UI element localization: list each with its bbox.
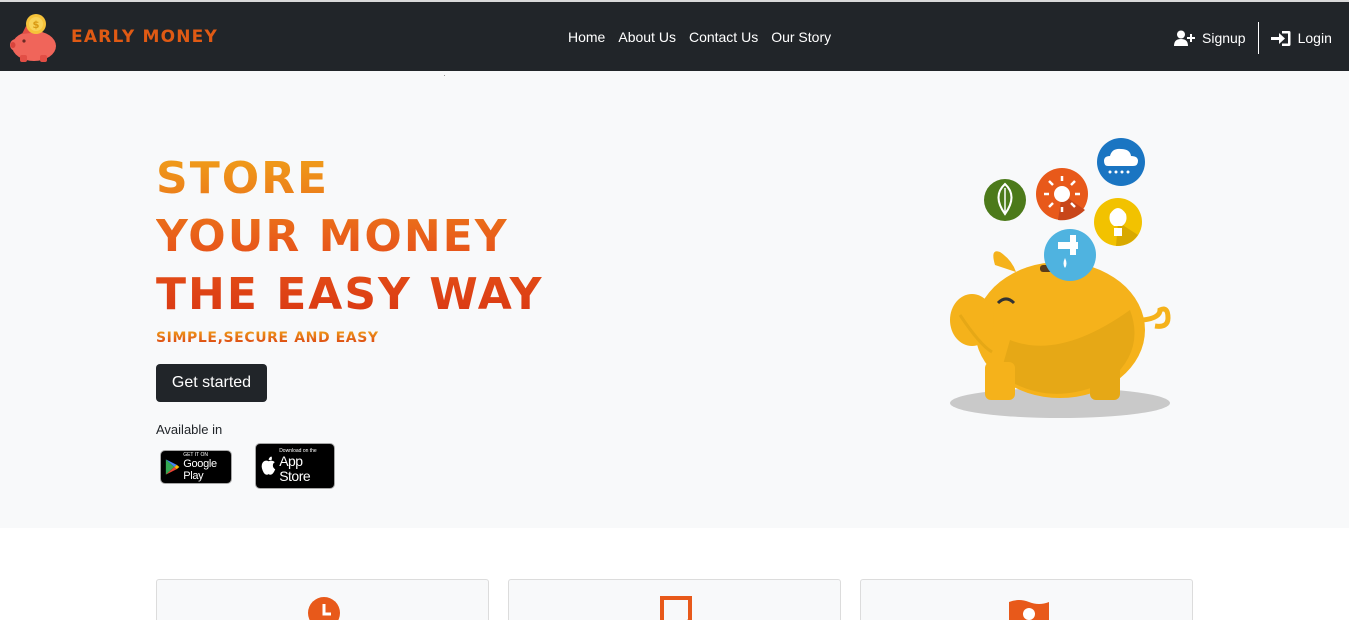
- available-in-label: Available in: [156, 422, 223, 437]
- piggy-bank-illustration: [950, 138, 1171, 418]
- document-icon: [660, 596, 692, 620]
- leaf-bubble-icon: [984, 179, 1026, 221]
- auth-links: Signup Login: [1174, 22, 1332, 54]
- apple-icon: [261, 456, 276, 475]
- piggy-bank-logo-icon[interactable]: $: [8, 12, 62, 64]
- google-play-badge[interactable]: GET IT ON Google Play: [160, 450, 232, 484]
- feature-card-1: [156, 579, 489, 620]
- svg-text:$: $: [33, 20, 40, 31]
- money-icon: [1009, 600, 1049, 620]
- headline-line-3: the easy way: [156, 269, 544, 320]
- feature-card-2: [508, 579, 841, 620]
- hero-headline: Store your money the easy way: [156, 150, 543, 324]
- signup-link[interactable]: Signup: [1174, 30, 1246, 47]
- clock-icon: [308, 597, 340, 620]
- google-play-big-text: Google Play: [183, 458, 217, 482]
- login-link[interactable]: Login: [1270, 30, 1332, 47]
- signup-label: Signup: [1202, 30, 1246, 46]
- hero-tagline: Simple,Secure and Easy: [156, 330, 379, 346]
- app-store-badge[interactable]: Download on the App Store: [255, 443, 335, 489]
- stray-pixel: [444, 75, 445, 76]
- auth-divider: [1257, 22, 1259, 54]
- google-play-icon: [165, 459, 180, 475]
- headline-line-2: your money: [156, 211, 509, 262]
- nav-home[interactable]: Home: [568, 29, 605, 45]
- login-label: Login: [1297, 30, 1332, 46]
- sun-bubble-icon: [1036, 168, 1088, 221]
- main-nav: Home About Us Contact Us Our Story: [568, 29, 844, 45]
- top-navbar: $ Early Money Home About Us Contact Us O…: [0, 2, 1349, 71]
- cloud-rain-bubble-icon: [1097, 138, 1145, 186]
- user-plus-icon: [1174, 30, 1195, 46]
- app-store-big-text: App Store: [279, 453, 311, 484]
- nav-contact-us[interactable]: Contact Us: [689, 29, 758, 45]
- window-right-border: [1349, 0, 1353, 620]
- nav-our-story[interactable]: Our Story: [771, 29, 831, 45]
- nav-about-us[interactable]: About Us: [618, 29, 676, 45]
- feature-card-3: [860, 579, 1193, 620]
- sign-in-icon: [1270, 30, 1291, 46]
- get-started-button[interactable]: Get started: [156, 364, 267, 402]
- lightbulb-bubble-icon: [1094, 198, 1142, 246]
- faucet-bubble-icon: [1044, 229, 1096, 281]
- brand-name[interactable]: Early Money: [71, 27, 218, 47]
- headline-line-1: Store: [156, 153, 330, 204]
